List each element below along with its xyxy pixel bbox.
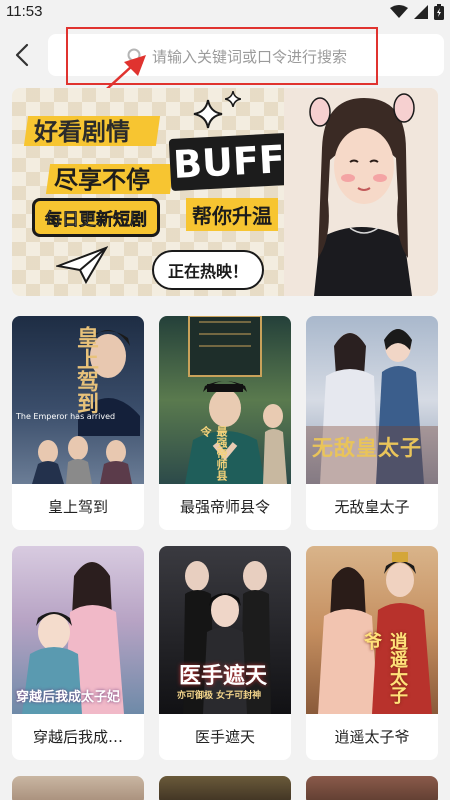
drama-poster: 无敌皇太子 bbox=[306, 316, 438, 484]
drama-title: 穿越后我成… bbox=[32, 728, 123, 746]
status-bar: 11:53 bbox=[0, 0, 450, 26]
drama-card[interactable]: 医手遮天 亦可御极 女子可封神 医手遮天 bbox=[159, 546, 291, 760]
drama-poster bbox=[306, 776, 438, 800]
back-arrow-icon[interactable] bbox=[10, 40, 36, 70]
banner-line1: 好看剧情 bbox=[34, 118, 130, 146]
poster-caption: 亦可御极 女子可封神 bbox=[177, 691, 262, 701]
banner-actress-image bbox=[284, 88, 438, 296]
sparkle-icon bbox=[224, 90, 242, 108]
banner-speech-bubble: 正在热映！ bbox=[152, 250, 265, 290]
drama-title: 逍遥太子爷 bbox=[334, 728, 410, 746]
poster-title: 无敌皇太子 bbox=[312, 435, 422, 460]
status-icons bbox=[390, 4, 444, 20]
poster-title: 最强帝师县令 bbox=[199, 426, 228, 481]
drama-title: 最强帝师县令 bbox=[179, 498, 270, 516]
drama-title: 皇上驾到 bbox=[47, 498, 108, 516]
signal-icon bbox=[414, 5, 428, 19]
drama-poster: 逍遥太子爷 bbox=[306, 546, 438, 714]
drama-card[interactable]: 逍遥太子爷 逍遥太子爷 bbox=[306, 546, 438, 760]
search-highlight-frame bbox=[66, 27, 378, 85]
drama-card-partial[interactable] bbox=[12, 776, 144, 800]
drama-poster bbox=[159, 776, 291, 800]
paper-plane-icon bbox=[56, 246, 108, 284]
banner-line2: 尽享不停 bbox=[54, 166, 150, 194]
status-time: 11:53 bbox=[6, 3, 43, 20]
drama-title: 无敌皇太子 bbox=[334, 498, 410, 516]
drama-card[interactable]: 穿越后我成太子妃 穿越后我成… bbox=[12, 546, 144, 760]
drama-card[interactable]: 无敌皇太子 无敌皇太子 bbox=[306, 316, 438, 530]
banner-buff: BUFF bbox=[168, 132, 290, 192]
wifi-icon bbox=[390, 5, 408, 18]
banner-help: 帮你升温 bbox=[186, 198, 278, 231]
banner-daily-tag: 每日更新短剧 bbox=[32, 198, 160, 237]
drama-card[interactable]: 最强帝师县令 最强帝师县令 bbox=[159, 316, 291, 530]
drama-poster: 穿越后我成太子妃 bbox=[12, 546, 144, 714]
drama-poster: 医手遮天 亦可御极 女子可封神 bbox=[159, 546, 291, 714]
drama-poster bbox=[12, 776, 144, 800]
drama-poster: 最强帝师县令 bbox=[159, 316, 291, 484]
poster-caption: The Emperor has arrived bbox=[16, 412, 116, 421]
poster-title: 穿越后我成太子妃 bbox=[16, 690, 121, 705]
poster-title: 逍遥太子爷 bbox=[361, 632, 408, 704]
poster-title: 医手遮天 bbox=[179, 663, 268, 689]
drama-poster: 皇上驾到 The Emperor has arrived bbox=[12, 316, 144, 484]
poster-title: 皇上驾到 bbox=[73, 326, 99, 414]
drama-card[interactable]: 皇上驾到 The Emperor has arrived 皇上驾到 bbox=[12, 316, 144, 530]
battery-icon bbox=[434, 4, 444, 20]
promo-banner[interactable]: 好看剧情 尽享不停 BUFF 每日更新短剧 帮你升温 正在热映！ bbox=[12, 88, 438, 296]
drama-card-partial[interactable] bbox=[306, 776, 438, 800]
drama-title: 医手遮天 bbox=[194, 728, 255, 746]
drama-card-partial[interactable] bbox=[159, 776, 291, 800]
sparkle-icon bbox=[193, 99, 223, 129]
